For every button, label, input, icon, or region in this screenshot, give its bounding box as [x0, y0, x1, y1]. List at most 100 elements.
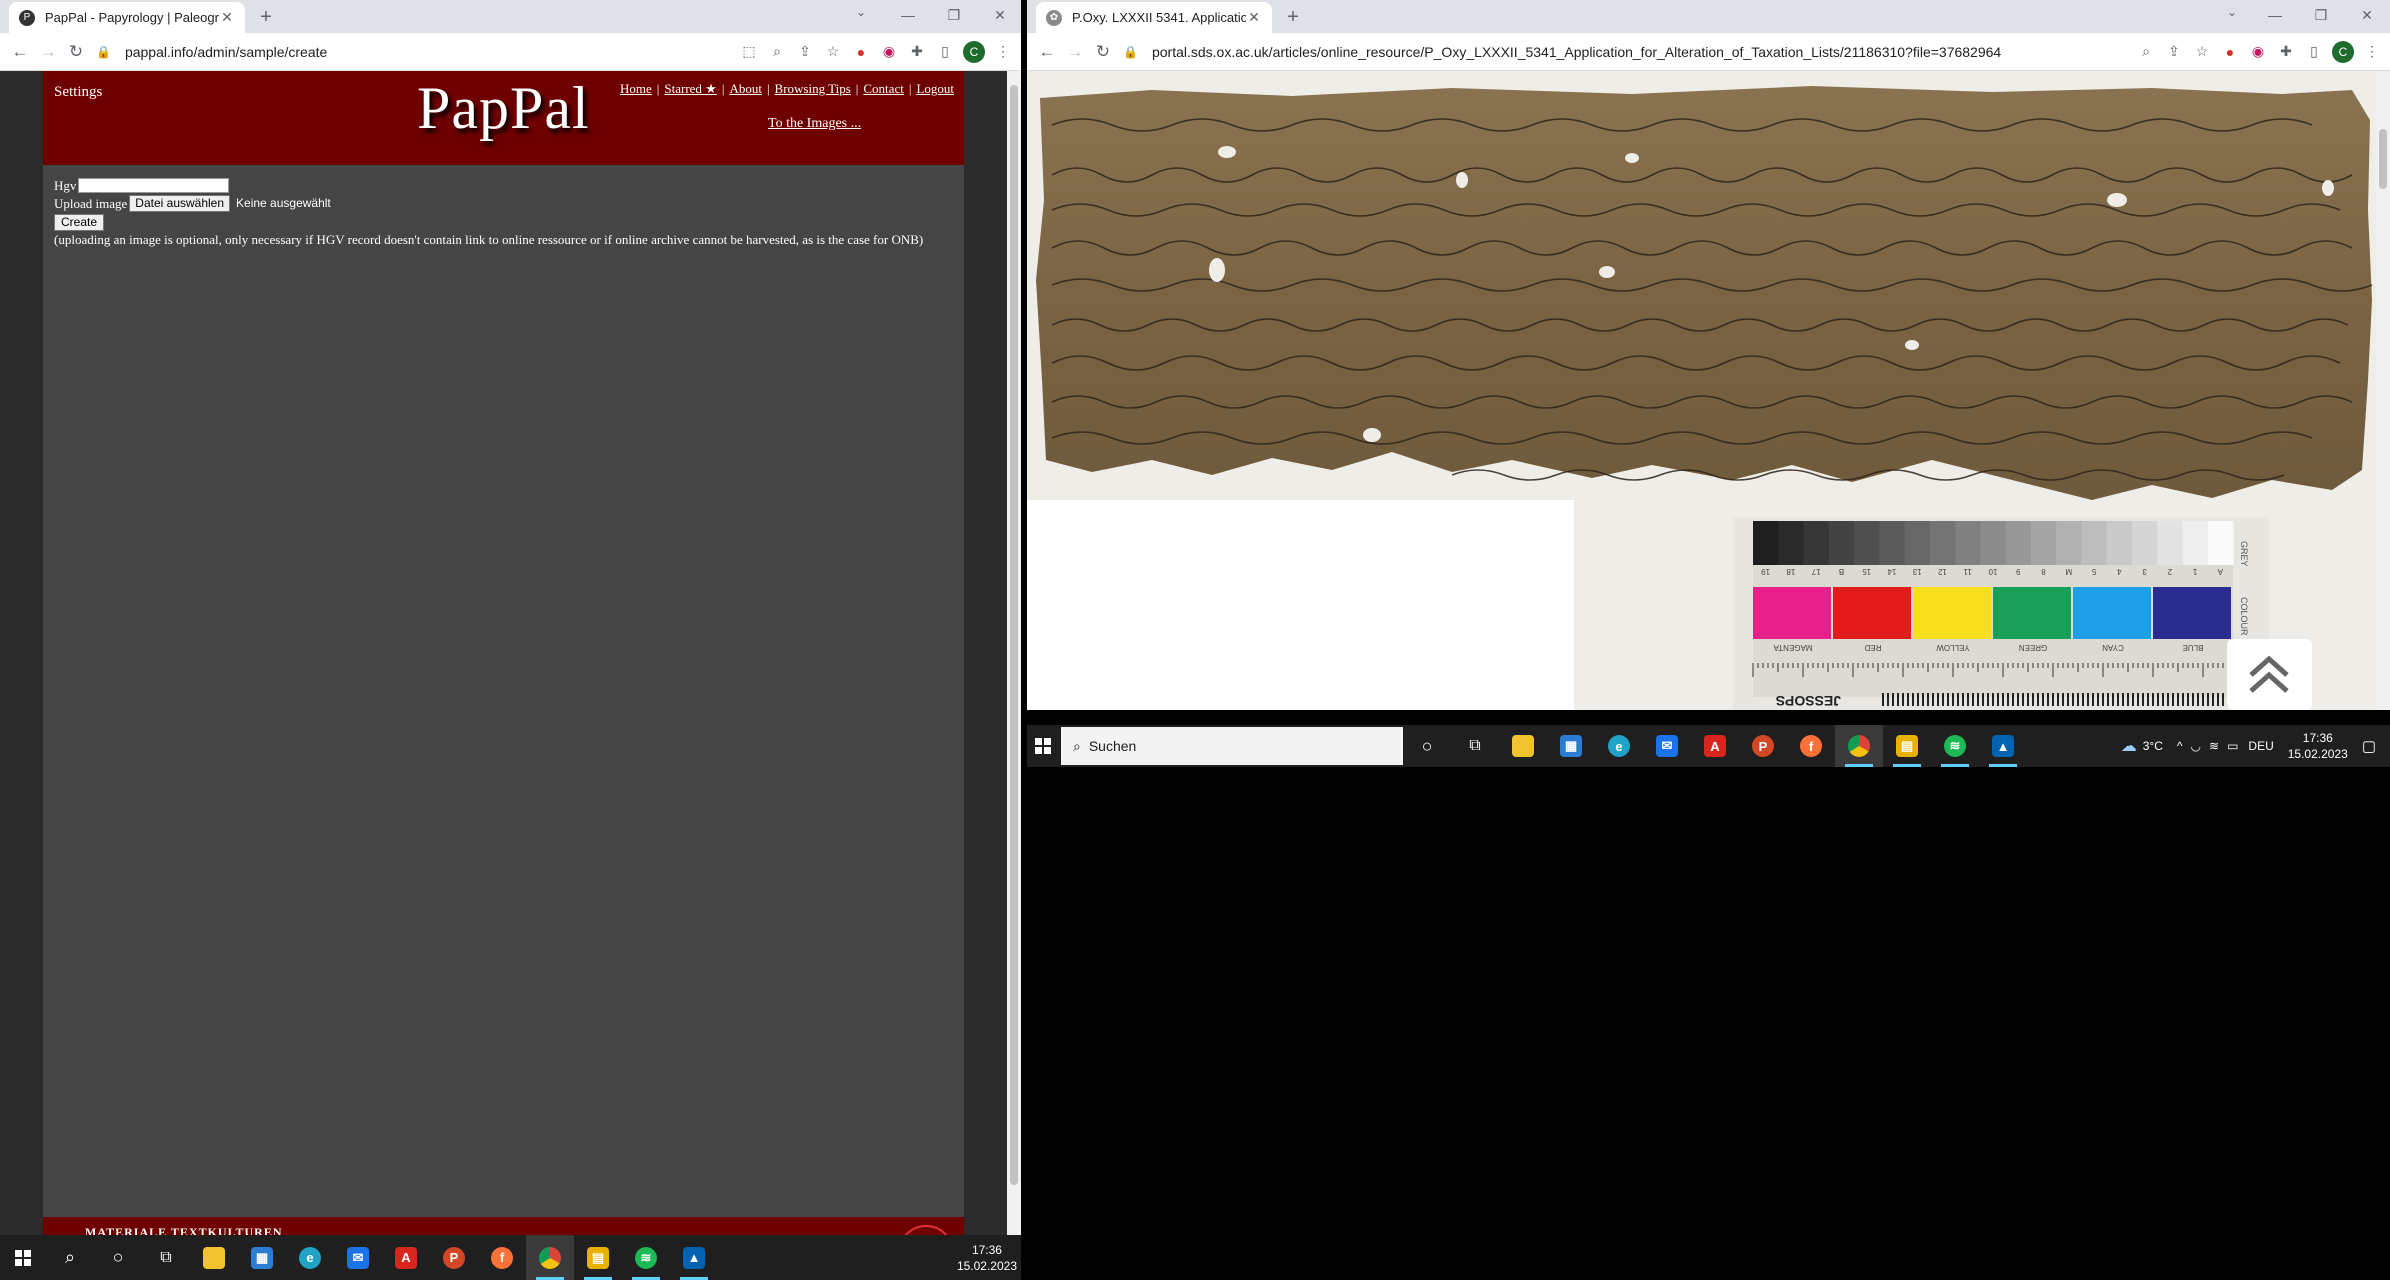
menu-icon[interactable]: ⋮ [2358, 43, 2386, 60]
language-indicator[interactable]: DEU [2248, 739, 2273, 753]
forward-icon[interactable]: → [34, 42, 62, 62]
firefox-icon[interactable]: f [478, 1235, 526, 1280]
sidepanel-icon[interactable]: ▯ [931, 43, 959, 60]
edge-icon[interactable]: e [286, 1235, 334, 1280]
extension-icon[interactable]: ● [847, 44, 875, 60]
task-view-icon[interactable]: ⧉ [142, 1235, 190, 1280]
zoom-icon[interactable]: ⌕ [2132, 43, 2160, 60]
close-tab-icon[interactable]: ✕ [219, 9, 235, 26]
restore-icon[interactable]: ❐ [2298, 0, 2344, 33]
task-view-icon[interactable]: ⧉ [1451, 725, 1499, 767]
minimize-icon[interactable]: — [885, 0, 931, 33]
zoom-icon[interactable]: ⌕ [763, 43, 791, 60]
mail-icon[interactable]: ✉ [1643, 725, 1691, 767]
notifications-icon[interactable]: ▢ [2362, 737, 2376, 755]
vertical-scrollbar[interactable] [2376, 71, 2390, 710]
wifi-icon[interactable]: ≋ [2209, 739, 2219, 753]
settings-label[interactable]: Settings [54, 84, 102, 101]
cortana-icon[interactable]: ○ [1403, 725, 1451, 767]
nav-home[interactable]: Home [620, 81, 652, 96]
to-the-images-link[interactable]: To the Images ... [768, 116, 861, 132]
reload-icon[interactable]: ↻ [62, 42, 90, 62]
powerpoint-icon[interactable]: P [1739, 725, 1787, 767]
address-bar[interactable]: 🔒 pappal.info/admin/sample/create [90, 37, 735, 67]
close-tab-icon[interactable]: ✕ [1246, 9, 1262, 26]
back-icon[interactable]: ← [1033, 42, 1061, 62]
nav-browsing-tips[interactable]: Browsing Tips [775, 81, 851, 96]
back-icon[interactable]: ← [6, 42, 34, 62]
tab-search-icon[interactable]: ⌄ [2227, 5, 2237, 19]
chevron-up-icon[interactable]: ^ [2177, 739, 2183, 753]
choose-file-button[interactable]: Datei auswählen [129, 194, 231, 212]
search-icon[interactable]: ⌕ [46, 1235, 94, 1280]
spotify-icon[interactable]: ≋ [622, 1235, 670, 1280]
extension-icon[interactable]: ● [2216, 44, 2244, 60]
photos-icon[interactable]: ▲ [1979, 725, 2027, 767]
tab-oxy[interactable]: ✿ P.Oxy. LXXXII 5341. Application f ✕ [1036, 2, 1272, 33]
nav-about[interactable]: About [729, 81, 762, 96]
nav-logout[interactable]: Logout [916, 81, 954, 96]
acrobat-icon[interactable]: A [382, 1235, 430, 1280]
battery-icon[interactable]: ▭ [2227, 739, 2238, 753]
start-button[interactable] [1027, 725, 1059, 767]
extension-icon[interactable]: ◉ [875, 43, 903, 60]
vertical-scrollbar[interactable] [1007, 71, 1021, 1235]
powerpoint-icon[interactable]: P [430, 1235, 478, 1280]
extension-icon[interactable]: ◉ [2244, 43, 2272, 60]
forward-icon[interactable]: → [1061, 42, 1089, 62]
weather-cloud-icon[interactable]: ☁ [2121, 736, 2137, 756]
taskbar-search[interactable]: ⌕ Suchen [1061, 727, 1403, 765]
restore-icon[interactable]: ❐ [931, 0, 977, 33]
bookmark-star-icon[interactable]: ☆ [819, 43, 847, 60]
scroll-to-top-button[interactable] [2227, 639, 2312, 710]
document-app-icon[interactable]: ▤ [574, 1235, 622, 1280]
firefox-icon[interactable]: f [1787, 725, 1835, 767]
close-window-icon[interactable]: ✕ [2344, 0, 2390, 33]
acrobat-icon[interactable]: A [1691, 725, 1739, 767]
extensions-puzzle-icon[interactable]: ✚ [2272, 43, 2300, 60]
share-icon[interactable]: ⇪ [791, 43, 819, 60]
reload-icon[interactable]: ↻ [1089, 42, 1117, 62]
file-explorer-icon[interactable] [1499, 725, 1547, 767]
start-button[interactable] [0, 1235, 46, 1280]
close-window-icon[interactable]: ✕ [977, 0, 1021, 33]
extensions-puzzle-icon[interactable]: ✚ [903, 43, 931, 60]
scrollbar-thumb[interactable] [1010, 85, 1018, 1185]
profile-avatar[interactable]: C [963, 40, 985, 63]
mail-icon[interactable]: ✉ [334, 1235, 382, 1280]
tab-search-icon[interactable]: ⌄ [856, 5, 866, 19]
clock-time: 17:36 [971, 1242, 1002, 1257]
menu-icon[interactable]: ⋮ [989, 43, 1017, 60]
chrome-icon[interactable] [526, 1235, 574, 1280]
new-tab-button[interactable]: + [1279, 4, 1307, 30]
clock[interactable]: 17:36 15.02.2023 [2288, 730, 2348, 762]
file-explorer-icon[interactable] [190, 1235, 238, 1280]
store-icon[interactable]: ▦ [238, 1235, 286, 1280]
clock[interactable]: 17:36 15.02.2023 [957, 1242, 1017, 1274]
create-button[interactable]: Create [54, 213, 105, 231]
photos-icon[interactable]: ▲ [670, 1235, 718, 1280]
profile-avatar[interactable]: C [2332, 40, 2354, 63]
network-icon[interactable]: ◡ [2191, 739, 2201, 753]
translate-icon[interactable]: ⬚ [735, 43, 763, 60]
share-icon[interactable]: ⇪ [2160, 43, 2188, 60]
edge-icon[interactable]: e [1595, 725, 1643, 767]
tab-pappal[interactable]: P PapPal - Papyrology | Paleograph ✕ [9, 2, 245, 33]
lock-icon[interactable]: 🔒 [96, 45, 111, 59]
document-app-icon[interactable]: ▤ [1883, 725, 1931, 767]
minimize-icon[interactable]: — [2252, 0, 2298, 33]
new-tab-button[interactable]: + [252, 4, 280, 30]
weather-temp[interactable]: 3°C [2143, 739, 2163, 753]
chrome-icon[interactable] [1835, 725, 1883, 767]
sidepanel-icon[interactable]: ▯ [2300, 43, 2328, 60]
scrollbar-thumb[interactable] [2379, 129, 2387, 189]
nav-starred[interactable]: Starred ★ [664, 81, 716, 96]
store-icon[interactable]: ▦ [1547, 725, 1595, 767]
bookmark-star-icon[interactable]: ☆ [2188, 43, 2216, 60]
cortana-icon[interactable]: ○ [94, 1235, 142, 1280]
spotify-icon[interactable]: ≋ [1931, 725, 1979, 767]
address-bar[interactable]: 🔒 portal.sds.ox.ac.uk/articles/online_re… [1117, 37, 2132, 67]
nav-contact[interactable]: Contact [863, 81, 903, 96]
hgv-input[interactable] [78, 177, 230, 193]
lock-icon[interactable]: 🔒 [1123, 45, 1138, 59]
